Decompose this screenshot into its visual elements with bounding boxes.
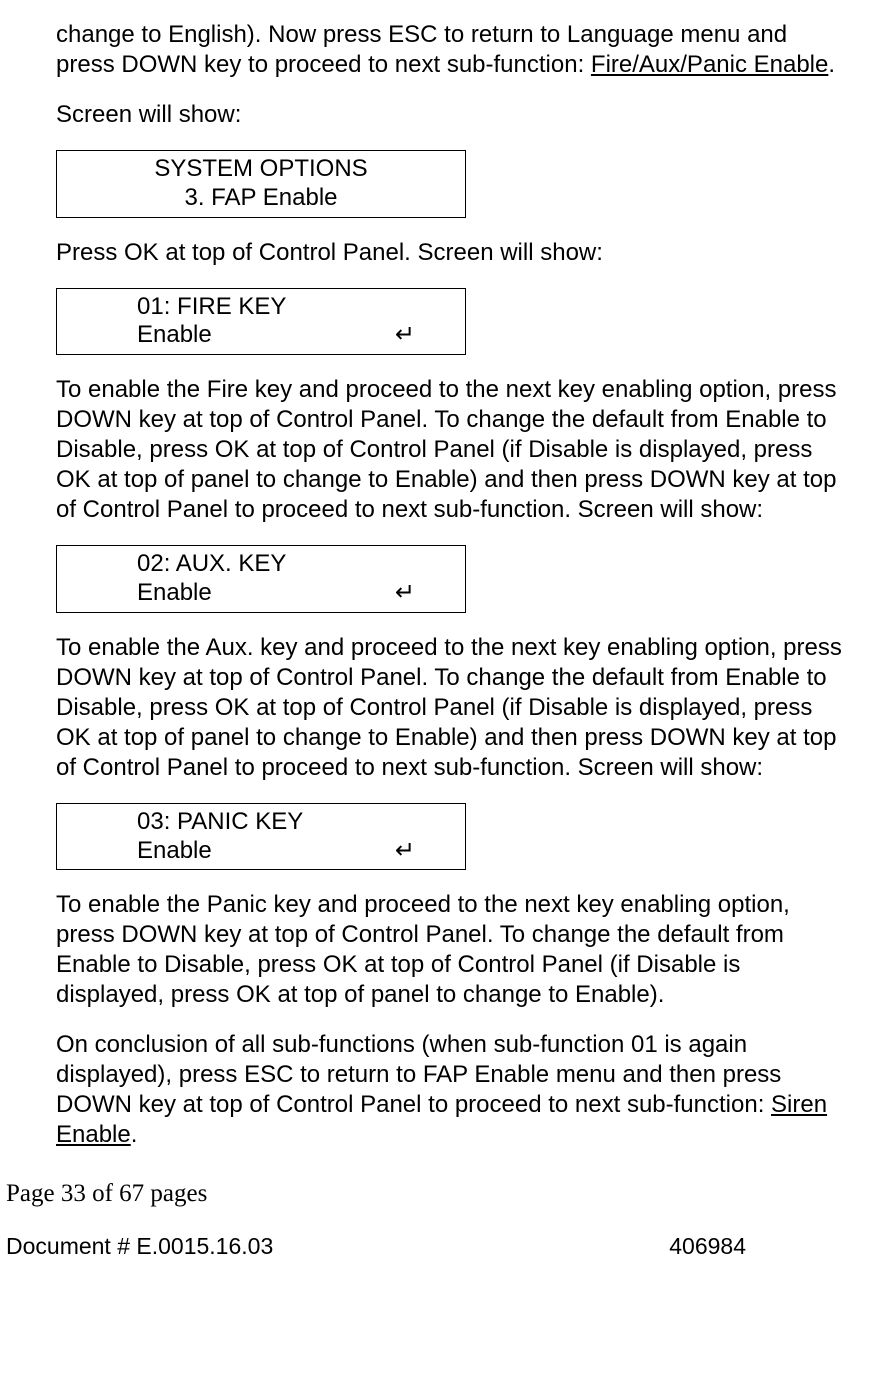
aux-key-paragraph: To enable the Aux. key and proceed to th…	[56, 633, 845, 783]
page-number: Page 33 of 67 pages	[6, 1178, 845, 1209]
display-line2: 3. FAP Enable	[67, 184, 455, 213]
fire-key-paragraph: To enable the Fire key and proceed to th…	[56, 375, 845, 525]
display-line1: 02: AUX. KEY	[67, 550, 455, 579]
conclusion-paragraph: On conclusion of all sub-functions (when…	[56, 1030, 845, 1150]
display-box-system-options: SYSTEM OPTIONS 3. FAP Enable	[56, 150, 466, 218]
display-box-fire-key: 01: FIRE KEY Enable ↵	[56, 288, 466, 356]
intro-link: Fire/Aux/Panic Enable	[591, 51, 828, 78]
enable-label: Enable	[137, 837, 212, 866]
press-ok-paragraph: Press OK at top of Control Panel. Screen…	[56, 238, 845, 268]
return-icon: ↵	[395, 579, 415, 608]
display-line1: SYSTEM OPTIONS	[67, 155, 455, 184]
return-icon: ↵	[395, 321, 415, 350]
display-box-aux-key: 02: AUX. KEY Enable ↵	[56, 545, 466, 613]
display-line1: 03: PANIC KEY	[67, 808, 455, 837]
conclusion-text-1: On conclusion of all sub-functions (when…	[56, 1031, 781, 1118]
enable-label: Enable	[137, 579, 212, 608]
panic-key-paragraph: To enable the Panic key and proceed to t…	[56, 890, 845, 1010]
conclusion-text-2: .	[131, 1121, 138, 1148]
intro-paragraph: change to English). Now press ESC to ret…	[56, 20, 845, 80]
display-line1: 01: FIRE KEY	[67, 293, 455, 322]
document-number: Document # E.0015.16.03	[6, 1232, 273, 1261]
screen-will-show-1: Screen will show:	[56, 100, 845, 130]
return-icon: ↵	[395, 837, 415, 866]
document-footer: Document # E.0015.16.03 406984	[6, 1232, 746, 1261]
intro-text-2: .	[828, 51, 835, 78]
document-code: 406984	[669, 1232, 746, 1261]
enable-label: Enable	[137, 321, 212, 350]
display-box-panic-key: 03: PANIC KEY Enable ↵	[56, 803, 466, 871]
